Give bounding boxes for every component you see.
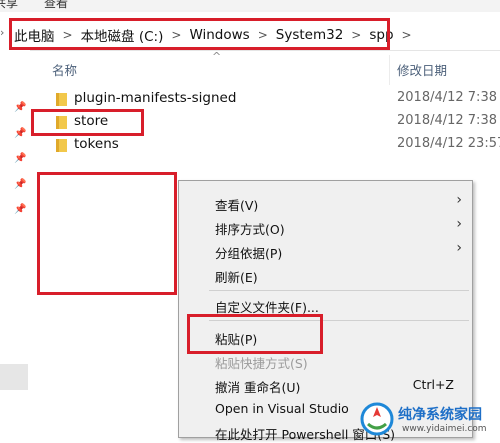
watermark-url: www.yidaimei.com (402, 424, 487, 434)
ribbon-tab-share[interactable]: 共享 (0, 0, 18, 11)
pin-icon[interactable]: 📌 (14, 102, 26, 113)
watermark: 纯净系统家园 www.yidaimei.com (358, 400, 500, 438)
pin-icon[interactable]: 📌 (14, 128, 26, 139)
folder-icon (56, 93, 67, 106)
submenu-arrow-icon: › (456, 240, 462, 256)
menu-item-undo-rename[interactable]: 撤消 重命名(U) (215, 377, 300, 396)
ribbon: 共享 查看 (0, 0, 500, 12)
file-date: 2018/4/12 23:57 (397, 136, 500, 151)
sort-up-icon: ^ (212, 50, 222, 63)
menu-item-sort-by[interactable]: 排序方式(O) (215, 219, 285, 238)
submenu-arrow-icon: › (456, 192, 462, 208)
column-header-date[interactable]: 修改日期 (397, 60, 447, 79)
file-row[interactable]: tokens 2018/4/12 23:57 (40, 135, 500, 157)
highlight-address-box (9, 18, 390, 50)
menu-item-group-by[interactable]: 分组依据(P) (215, 243, 282, 262)
nav-selected-item[interactable] (0, 364, 28, 390)
column-divider[interactable] (389, 55, 390, 85)
chevron-right-icon[interactable]: > (398, 28, 416, 42)
highlight-blank-area-box (37, 172, 177, 295)
ribbon-tab-view[interactable]: 查看 (44, 0, 68, 11)
highlight-paste-box (187, 314, 323, 354)
menu-item-paste-shortcut: 粘贴快捷方式(S) (215, 356, 308, 371)
file-name: plugin-manifests-signed (74, 90, 237, 106)
menu-separator (209, 290, 469, 291)
folder-icon (56, 139, 67, 152)
submenu-arrow-icon: › (456, 216, 462, 232)
column-header-name[interactable]: 名称 (52, 60, 77, 79)
menu-item-open-visual-studio[interactable]: Open in Visual Studio (215, 401, 349, 416)
address-left-arrow-icon[interactable]: › (0, 26, 4, 39)
file-date: 2018/4/12 7:38 (397, 113, 497, 128)
watermark-title: 纯净系统家园 (398, 407, 482, 423)
file-name: tokens (74, 136, 119, 152)
file-row[interactable]: plugin-manifests-signed 2018/4/12 7:38 (40, 89, 500, 111)
menu-item-refresh[interactable]: 刷新(E) (215, 267, 258, 286)
pin-icon[interactable]: 📌 (14, 204, 26, 215)
file-date: 2018/4/12 7:38 (397, 90, 497, 105)
watermark-logo-icon (360, 402, 394, 436)
highlight-store-box (31, 109, 144, 136)
menu-item-view[interactable]: 查看(V) (215, 195, 258, 214)
menu-shortcut-undo: Ctrl+Z (412, 377, 454, 392)
pin-icon[interactable]: 📌 (14, 179, 26, 190)
pin-icon[interactable]: 📌 (14, 153, 26, 164)
